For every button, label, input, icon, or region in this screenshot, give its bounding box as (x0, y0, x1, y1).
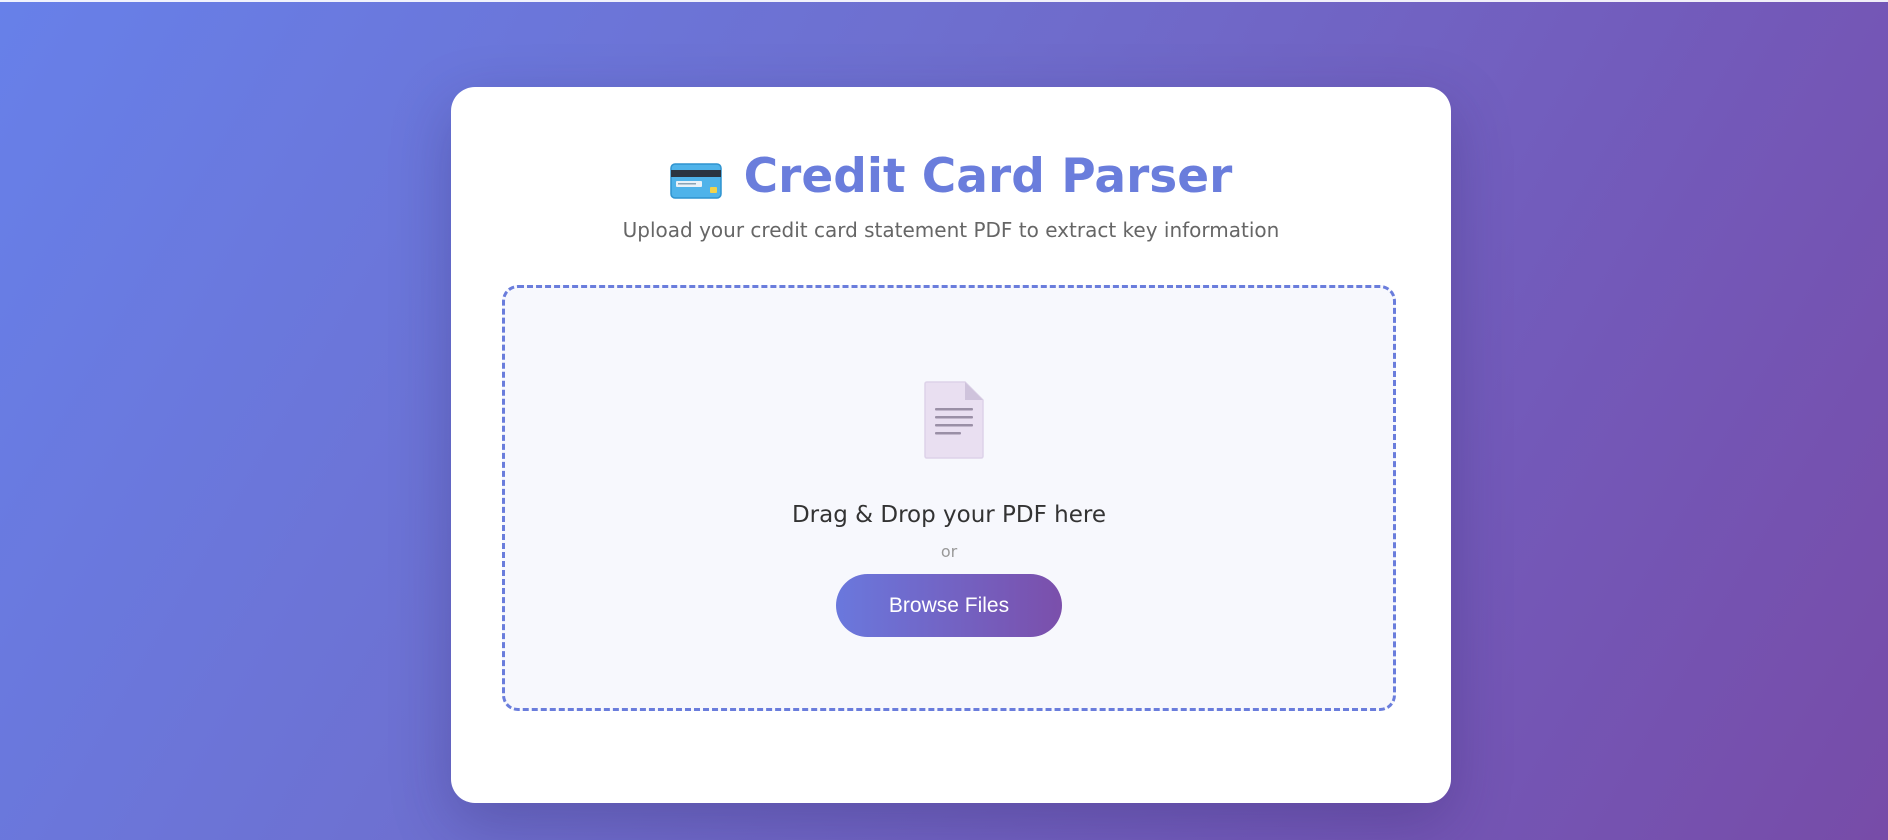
document-icon (923, 380, 985, 460)
drop-instruction: Drag & Drop your PDF here (791, 502, 1107, 528)
or-separator: or (940, 542, 958, 561)
top-edge-line (0, 0, 1888, 2)
browse-files-button[interactable]: Browse Files (836, 574, 1062, 637)
title-row: Credit Card Parser (451, 145, 1451, 209)
page-title: Credit Card Parser (743, 149, 1233, 204)
page-subtitle: Upload your credit card statement PDF to… (622, 218, 1280, 242)
upload-card: Credit Card Parser Upload your credit ca… (451, 87, 1451, 803)
credit-card-icon (669, 163, 722, 199)
pdf-drop-zone[interactable]: Drag & Drop your PDF here or Browse File… (502, 285, 1396, 711)
